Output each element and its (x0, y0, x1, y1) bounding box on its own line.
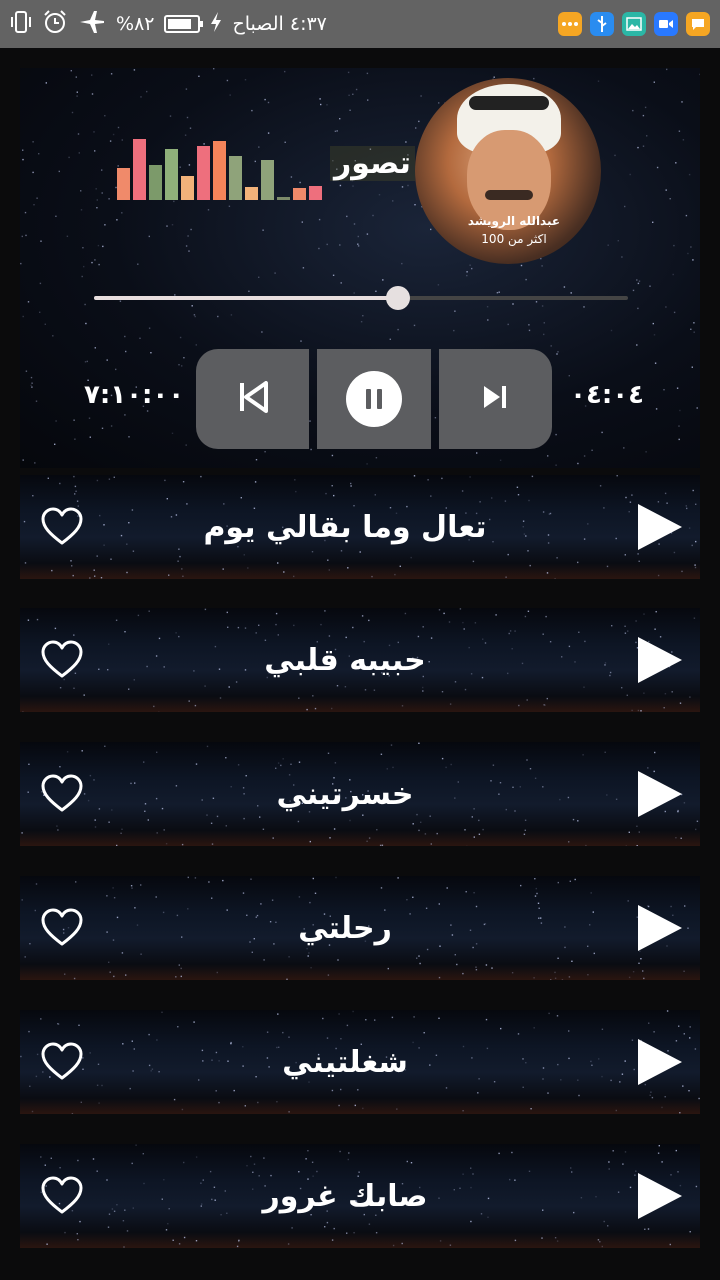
equalizer-bar (277, 197, 290, 200)
play-icon[interactable] (634, 1037, 684, 1087)
song-title: شغلتيني (282, 1044, 408, 1080)
song-row[interactable]: شغلتيني (20, 1010, 700, 1114)
status-bar: %٨٢ ٤:٣٧ الصباح (0, 0, 720, 48)
song-title: رحلتي (298, 910, 392, 946)
equalizer-bar (213, 141, 226, 200)
messages-app-icon (686, 12, 710, 36)
favorite-heart-icon[interactable] (40, 1042, 84, 1082)
seek-bar[interactable] (94, 286, 628, 310)
play-icon[interactable] (634, 769, 684, 819)
album-caption-subtitle: اكثر من 100 (481, 232, 547, 246)
favorite-heart-icon[interactable] (40, 640, 84, 680)
player-panel: عبدالله الرويشد اكثر من 100 تصور ٧:١٠:٠٠… (20, 68, 700, 468)
song-title: تعال وما بقالي يوم (203, 509, 487, 545)
gallery-app-icon (622, 12, 646, 36)
equalizer-bar (197, 146, 210, 200)
elapsed-time: ٠٤:٠٤ (570, 380, 644, 410)
charging-bolt-icon (210, 11, 222, 38)
playback-controls (196, 349, 552, 449)
song-row[interactable]: صابك غرور (20, 1144, 700, 1248)
song-row[interactable]: حبيبه قلبي (20, 608, 700, 712)
equalizer-bar (181, 176, 194, 200)
equalizer-visualizer (117, 136, 322, 200)
song-title: حبيبه قلبي (264, 642, 426, 678)
next-icon (482, 384, 508, 414)
clock-text: ٤:٣٧ الصباح (232, 13, 327, 35)
battery-icon (164, 15, 204, 33)
total-time: ٧:١٠:٠٠ (84, 380, 185, 410)
previous-button[interactable] (196, 349, 310, 449)
battery-percent: %٨٢ (116, 13, 155, 35)
play-icon[interactable] (634, 502, 684, 552)
equalizer-bar (293, 188, 306, 200)
pause-button[interactable] (317, 349, 431, 449)
status-left: %٨٢ ٤:٣٧ الصباح (10, 0, 327, 48)
equalizer-bar (229, 156, 242, 200)
play-icon[interactable] (634, 1171, 684, 1221)
equalizer-bar (165, 149, 178, 200)
song-row[interactable]: تعال وما بقالي يوم (20, 475, 700, 579)
favorite-heart-icon[interactable] (40, 774, 84, 814)
seek-played (94, 296, 399, 300)
airplane-mode-icon (78, 9, 106, 40)
next-button[interactable] (438, 349, 552, 449)
alarm-icon (42, 9, 68, 40)
usb-app-icon (590, 12, 614, 36)
favorite-heart-icon[interactable] (40, 908, 84, 948)
now-playing-title: تصور (330, 146, 415, 181)
equalizer-bar (133, 139, 146, 200)
play-icon[interactable] (634, 903, 684, 953)
more-app-icon (558, 12, 582, 36)
status-app-icons (558, 0, 710, 48)
vibrate-icon (10, 10, 32, 39)
song-row[interactable]: رحلتي (20, 876, 700, 980)
equalizer-bar (309, 186, 322, 200)
favorite-heart-icon[interactable] (40, 507, 84, 547)
equalizer-bar (261, 160, 274, 200)
song-row[interactable]: خسرتيني (20, 742, 700, 846)
favorite-heart-icon[interactable] (40, 1176, 84, 1216)
play-icon[interactable] (634, 635, 684, 685)
equalizer-bar (149, 165, 162, 200)
album-caption-artist: عبدالله الرويشد (467, 214, 561, 228)
equalizer-bar (245, 187, 258, 200)
song-title: صابك غرور (262, 1178, 428, 1214)
equalizer-bar (117, 168, 130, 200)
album-cover-image: عبدالله الرويشد اكثر من 100 (415, 78, 601, 264)
song-title: خسرتيني (276, 776, 414, 812)
video-call-app-icon (654, 12, 678, 36)
previous-icon (238, 381, 268, 417)
pause-icon (345, 371, 402, 427)
